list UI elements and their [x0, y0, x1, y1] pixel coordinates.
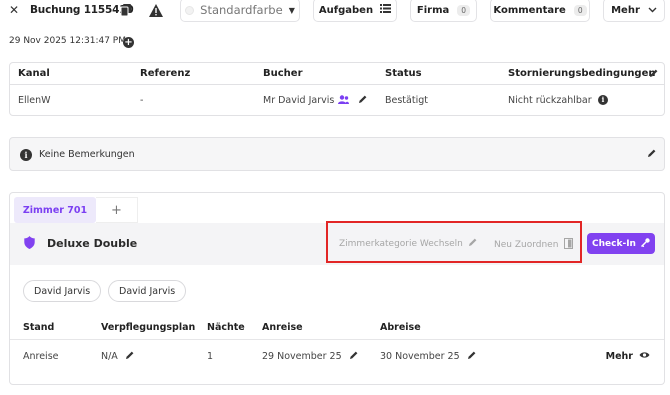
edit-category-icon	[468, 238, 477, 249]
column-header-cancellation: Stornierungsbedingungen	[508, 68, 656, 79]
room-details-row: Anreise N/A 1 29 November 25 30 November…	[10, 340, 664, 372]
arrival-text: 29 November 25	[262, 351, 342, 362]
edit-arrival-icon[interactable]	[349, 351, 358, 362]
close-icon[interactable]: ✕	[9, 3, 19, 17]
reference-value: -	[140, 95, 144, 106]
booking-info-table: Kanal Referenz Bucher Status Stornierung…	[9, 62, 665, 116]
booking-info-header: Kanal Referenz Bucher Status Stornierung…	[10, 63, 664, 85]
check-in-button[interactable]: Check-In	[587, 233, 655, 254]
page-title: Buchung 1155410	[30, 4, 134, 16]
reassign-label: Neu Zuordnen	[494, 240, 559, 250]
nights-text: 1	[207, 351, 214, 362]
status-value: Bestätigt	[385, 95, 428, 106]
guest-chip[interactable]: David Jarvis	[108, 280, 187, 302]
room-header: Deluxe Double Zimmerkategorie Wechseln N…	[10, 221, 664, 265]
edit-departure-icon[interactable]	[467, 351, 476, 362]
column-header-departure: Abreise	[380, 322, 421, 333]
column-header-channel: Kanal	[18, 68, 50, 79]
tasks-button-label: Aufgaben	[318, 4, 374, 16]
column-header-arrival: Anreise	[262, 322, 303, 333]
color-swatch	[185, 5, 195, 15]
key-icon	[640, 237, 650, 250]
chevron-down-icon	[648, 5, 657, 16]
edit-remarks-icon[interactable]	[648, 149, 656, 160]
cancellation-info-icon[interactable]: i	[598, 95, 608, 105]
edit-booker-icon[interactable]	[359, 95, 367, 106]
tab-room-701[interactable]: Zimmer 701	[14, 197, 96, 223]
guests-icon[interactable]	[338, 95, 349, 107]
door-icon	[564, 238, 574, 252]
add-circle-icon[interactable]: +	[123, 37, 134, 48]
column-header-status: Status	[385, 68, 422, 79]
list-icon	[380, 4, 392, 16]
channel-value: EllenW	[18, 95, 51, 106]
arrival-value: 29 November 25	[262, 351, 358, 362]
booking-info-row: EllenW - Mr David Jarvis Bestätigt Nicht…	[10, 86, 664, 116]
comments-button[interactable]: Kommentare 0	[490, 0, 590, 22]
meal-plan-value: N/A	[101, 351, 134, 362]
company-button[interactable]: Firma 0	[410, 0, 477, 22]
color-select-value: Standardfarbe	[200, 3, 283, 17]
reassign-room-button[interactable]: Neu Zuordnen	[494, 238, 574, 252]
company-count-badge: 0	[457, 4, 471, 16]
more-menu-label: Mehr	[611, 4, 640, 16]
change-category-label: Zimmerkategorie Wechseln	[339, 238, 463, 249]
tasks-button[interactable]: Aufgaben	[313, 0, 397, 22]
comments-count-badge: 0	[573, 4, 587, 16]
row-more-label: Mehr	[605, 351, 633, 362]
comments-button-label: Kommentare	[493, 4, 566, 16]
meal-plan-text: N/A	[101, 351, 118, 362]
column-header-booker: Bucher	[263, 68, 303, 79]
row-more-button[interactable]: Mehr	[606, 351, 650, 362]
check-in-label: Check-In	[592, 238, 636, 249]
change-category-button[interactable]: Zimmerkategorie Wechseln	[339, 238, 477, 249]
more-menu-button[interactable]: Mehr	[603, 0, 665, 22]
departure-text: 30 November 25	[380, 351, 460, 362]
nights-value: 1	[207, 351, 213, 362]
copy-icon[interactable]	[120, 4, 131, 17]
color-select[interactable]: Standardfarbe ▼	[180, 0, 300, 22]
cancellation-value: Nicht rückzahlbar	[508, 95, 592, 106]
warning-icon[interactable]	[149, 4, 163, 17]
booking-timestamp: 29 Nov 2025 12:31:47 PM	[9, 36, 126, 46]
company-button-label: Firma	[416, 4, 450, 16]
caret-down-icon: ▼	[288, 5, 295, 15]
stand-value-text: Anreise	[23, 351, 59, 362]
booker-value[interactable]: Mr David Jarvis	[263, 95, 334, 106]
departure-value: 30 November 25	[380, 351, 476, 362]
column-header-nights: Nächte	[207, 322, 245, 333]
column-header-reference: Referenz	[140, 68, 191, 79]
column-header-meal-plan: Verpflegungsplan	[101, 322, 196, 333]
guest-chip[interactable]: David Jarvis	[23, 280, 102, 302]
remarks-panel: i Keine Bemerkungen	[9, 137, 665, 171]
stand-value: Anreise	[23, 351, 59, 362]
add-room-tab[interactable]: +	[96, 197, 138, 223]
edit-pen-icon[interactable]	[650, 69, 658, 80]
eye-icon	[639, 351, 650, 362]
room-type-shield-icon	[24, 236, 35, 252]
remarks-text: Keine Bemerkungen	[39, 149, 135, 160]
info-icon: i	[20, 149, 32, 161]
edit-meal-plan-icon[interactable]	[125, 351, 134, 362]
room-details-header: Stand Verpflegungsplan Nächte Anreise Ab…	[10, 318, 664, 340]
room-card: Zimmer 701 + Deluxe Double Zimmerkategor…	[9, 192, 665, 385]
column-header-stand: Stand	[23, 322, 55, 333]
room-type-name: Deluxe Double	[47, 237, 138, 250]
